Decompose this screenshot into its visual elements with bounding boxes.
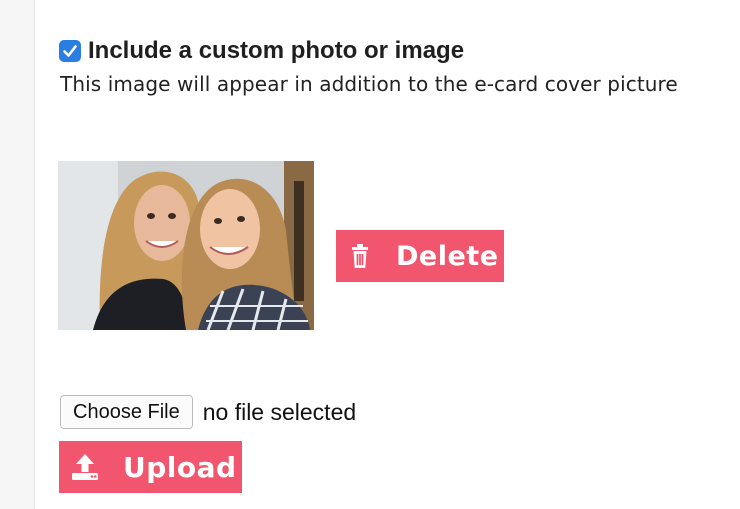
checkmark-icon: [63, 45, 77, 57]
trash-icon: [348, 243, 372, 269]
upload-icon: [70, 452, 100, 482]
upload-button[interactable]: Upload: [59, 441, 242, 493]
choose-file-button[interactable]: Choose File: [60, 395, 193, 429]
photo-preview-icon: [58, 161, 314, 330]
include-image-description: This image will appear in addition to th…: [60, 72, 678, 96]
image-preview: [58, 161, 314, 330]
delete-button-label: Delete: [396, 240, 499, 272]
upload-button-label: Upload: [123, 450, 237, 484]
include-image-label: Include a custom photo or image: [88, 37, 465, 64]
include-image-checkbox[interactable]: [59, 40, 81, 62]
file-status: no file selected: [202, 398, 357, 425]
file-input[interactable]: Choose File no file selected: [60, 395, 356, 429]
include-image-option[interactable]: Include a custom photo or image: [59, 37, 464, 65]
delete-image-button[interactable]: Delete: [336, 230, 504, 282]
